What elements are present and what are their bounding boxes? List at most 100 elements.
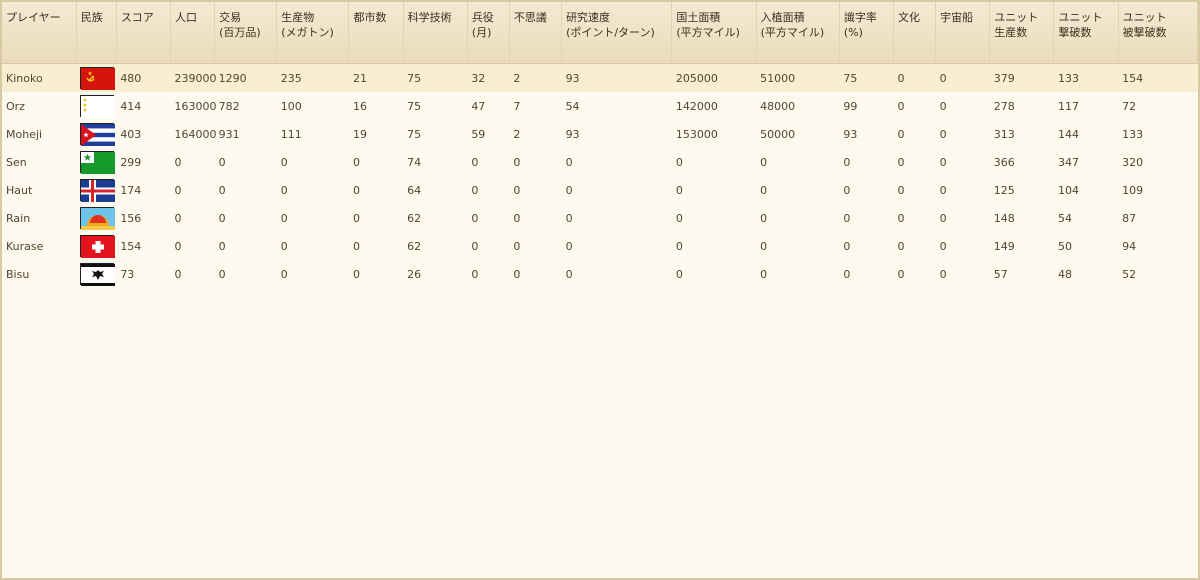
column-header-16[interactable]: ユニット 生産数 <box>989 2 1055 64</box>
stat-cell: 0 <box>897 127 905 141</box>
stat-cell: 0 <box>352 267 360 281</box>
stat-cell: 100 <box>280 99 302 113</box>
table-row[interactable]: Moheji 403 164000 931 111 19 75 59 2 93 153000 5000… <box>2 120 1198 148</box>
stat-cell: 75 <box>407 99 422 113</box>
table-row[interactable]: Orz 414 163000 782 100 16 75 47 7 54 142000 48000 99… <box>2 92 1198 120</box>
column-header-label: ユニット <box>1122 11 1167 24</box>
column-header-label: (ポイント/ターン) <box>566 26 655 39</box>
table-row[interactable]: Rain 156 0 0 0 0 62 0 0 0 0 0 0 0 0 148 54 87 <box>2 204 1198 232</box>
column-header-4[interactable]: 交易 (百万品) <box>214 2 278 64</box>
stat-cell: 156 <box>120 211 142 225</box>
stat-cell: 0 <box>513 267 521 281</box>
stat-cell: 117 <box>1057 99 1079 113</box>
stat-cell: 59 <box>471 127 486 141</box>
stat-cell: 931 <box>218 127 240 141</box>
column-header-label: (メガトン) <box>281 26 334 39</box>
stat-cell: 0 <box>218 211 226 225</box>
stat-cell: 0 <box>565 155 573 169</box>
stat-cell: 174 <box>120 183 142 197</box>
column-header-label: 兵役 <box>471 11 494 24</box>
player-name-cell: Sen <box>6 155 27 169</box>
column-header-6[interactable]: 都市数 <box>348 2 404 64</box>
stat-cell: 235 <box>276 63 349 92</box>
stat-cell: 205000 <box>671 63 757 92</box>
stat-cell: 0 <box>939 267 947 281</box>
stat-cell: 125 <box>993 183 1015 197</box>
stat-cell: 0 <box>897 155 905 169</box>
stat-cell: 52 <box>1122 267 1137 281</box>
column-header-7[interactable]: 科学技術 <box>403 2 468 64</box>
column-header-label: 入植面積 <box>760 11 805 24</box>
column-header-label: ユニット <box>1058 11 1103 24</box>
table-row[interactable]: Bisu 73 0 0 0 0 26 0 0 0 0 0 0 0 0 57 48 52 <box>2 260 1198 288</box>
stat-cell: 0 <box>760 239 768 253</box>
column-header-17[interactable]: ユニット 撃破数 <box>1053 2 1119 64</box>
stat-cell: 0 <box>513 239 521 253</box>
column-header-label: 不思議 <box>513 11 547 24</box>
stat-cell: 75 <box>839 63 894 92</box>
column-header-8[interactable]: 兵役 (月) <box>467 2 510 64</box>
iceland-flag-icon <box>80 179 116 202</box>
stat-cell: 19 <box>352 127 367 141</box>
column-header-label: プレイヤー <box>6 11 61 24</box>
table-row[interactable]: Kinoko 480 239000 1290 235 21 75 32 2 93 205000 510… <box>2 63 1198 92</box>
stat-cell: 16 <box>352 99 367 113</box>
player-name-cell: Kurase <box>6 239 44 253</box>
stat-cell: 163000 <box>174 99 217 113</box>
column-header-label: (百万品) <box>219 26 261 39</box>
column-header-label: 科学技術 <box>407 11 452 24</box>
column-header-3[interactable]: 人口 <box>170 2 216 64</box>
column-header-label: (平方マイル) <box>676 26 740 39</box>
stat-cell: 239000 <box>170 63 216 92</box>
stat-cell: 0 <box>218 239 226 253</box>
stat-cell: 0 <box>174 267 182 281</box>
table-body: Kinoko 480 239000 1290 235 21 75 32 2 93 205000 510… <box>2 63 1198 289</box>
stat-cell: 50 <box>1057 239 1072 253</box>
column-header-10[interactable]: 研究速度 (ポイント/ターン) <box>561 2 673 64</box>
column-header-label: (平方マイル) <box>760 26 825 39</box>
column-header-14[interactable]: 文化 <box>893 2 937 64</box>
column-header-label: 宇宙船 <box>940 11 974 24</box>
stat-cell: 54 <box>565 99 580 113</box>
stat-cell: 133 <box>1122 127 1144 141</box>
stat-cell: 93 <box>843 127 858 141</box>
stat-cell: 73 <box>120 267 135 281</box>
column-header-label: 文化 <box>898 11 920 24</box>
column-header-2[interactable]: スコア <box>116 2 171 64</box>
column-header-9[interactable]: 不思議 <box>509 2 563 64</box>
stat-cell: 93 <box>561 63 672 92</box>
stat-cell: 87 <box>1122 211 1137 225</box>
column-header-18[interactable]: ユニット 被撃破数 <box>1118 2 1199 64</box>
column-header-1[interactable]: 民族 <box>76 2 117 64</box>
stat-cell: 0 <box>760 155 768 169</box>
column-header-12[interactable]: 入植面積 (平方マイル) <box>756 2 840 64</box>
column-header-0[interactable]: プレイヤー <box>2 2 77 64</box>
stat-cell: 153000 <box>675 127 718 141</box>
table-row[interactable]: Kurase 154 0 0 0 0 62 0 0 0 0 0 0 0 0 149 50 94 <box>2 232 1198 260</box>
table-header: プレイヤー 民族 スコア 人口 交易 (百万品) 生産物 (メガトン) 都市数 科学技術 兵役 (月)… <box>2 2 1199 64</box>
stat-cell: 782 <box>218 99 240 113</box>
score-table: プレイヤー 民族 スコア 人口 交易 (百万品) 生産物 (メガトン) 都市数 科学技術 兵役 (月)… <box>2 2 1199 289</box>
stat-cell: 148 <box>993 211 1015 225</box>
stat-cell: 26 <box>407 267 422 281</box>
stat-cell: 0 <box>939 239 947 253</box>
stat-cell: 347 <box>1057 155 1079 169</box>
stat-cell: 0 <box>675 155 683 169</box>
stat-cell: 313 <box>993 127 1015 141</box>
column-header-5[interactable]: 生産物 (メガトン) <box>276 2 350 64</box>
table-row[interactable]: Sen 299 0 0 0 0 74 0 0 0 0 0 0 0 0 366 347 320 <box>2 148 1198 176</box>
stat-cell: 74 <box>407 155 422 169</box>
stat-cell: 72 <box>1122 99 1137 113</box>
column-header-13[interactable]: 識字率 (%) <box>839 2 895 64</box>
table-row[interactable]: Haut 174 0 0 0 0 64 0 0 0 0 0 0 0 0 125 104 109 <box>2 176 1198 204</box>
column-header-11[interactable]: 国土面積 (平方マイル) <box>671 2 757 64</box>
stat-cell: 32 <box>467 63 510 92</box>
column-header-label: 生産数 <box>994 26 1028 39</box>
stat-cell: 0 <box>565 239 573 253</box>
player-name-cell: Haut <box>6 183 33 197</box>
stat-cell: 0 <box>565 267 573 281</box>
stat-cell: 109 <box>1122 183 1144 197</box>
column-header-15[interactable]: 宇宙船 <box>935 2 991 64</box>
nation-flag-cell <box>76 120 116 148</box>
stat-cell: 64 <box>407 183 422 197</box>
